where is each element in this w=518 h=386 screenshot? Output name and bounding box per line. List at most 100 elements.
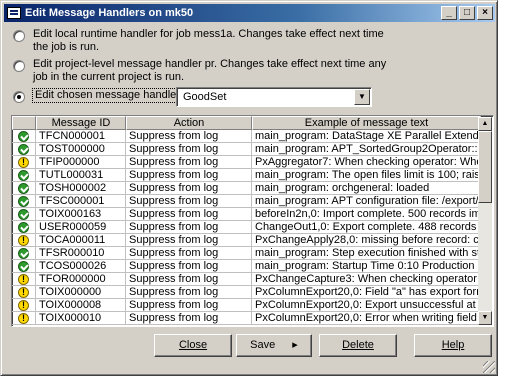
action-cell: Suppress from log [126,143,252,156]
title-bar[interactable]: Edit Message Handlers on mk50 _ □ × [4,4,495,22]
status-cell [12,182,36,195]
table-row[interactable]: ! TOCA000011 Suppress from log PxChangeAppl… [12,234,493,247]
resize-grip-icon[interactable] [483,361,495,373]
example-text-cell: beforeIn2n,0: Import complete. 500 recor… [252,208,481,221]
option-chosen-handler-label: Edit chosen message handler. [31,88,186,103]
table-row[interactable]: TCOS000026 Suppress from log main_program:… [12,260,493,273]
table-row[interactable]: TFSC000001 Suppress from log main_program:… [12,195,493,208]
scroll-thumb[interactable] [478,131,492,203]
action-cell: Suppress from log [126,273,252,286]
check-icon [18,260,29,272]
table-row[interactable]: USER000059 Suppress from log ChangeOut1,0:… [12,221,493,234]
maximize-button[interactable]: □ [459,6,475,20]
column-header-status[interactable] [12,116,36,130]
example-text-cell: PxChangeApply28,0: missing before record… [252,234,481,247]
table-body: TFCN000001 Suppress from log main_program:… [12,130,493,325]
handler-select[interactable]: GoodSet ▼ [176,87,372,107]
chevron-down-icon[interactable]: ▼ [354,89,370,105]
status-cell [12,195,36,208]
table-row[interactable]: TFSR000010 Suppress from log main_program:… [12,247,493,260]
example-text-cell: PxChangeCapture3: When checking operator… [252,273,481,286]
close-button[interactable]: Close [154,334,232,357]
message-id-cell: TOIX000000 [36,286,126,299]
check-icon [18,143,29,155]
table-row[interactable]: ! TOIX000008 Suppress from log PxColumnExpo… [12,299,493,312]
save-menu-arrow-icon: ▸ [292,339,298,351]
action-cell: Suppress from log [126,182,252,195]
radio-local-handler[interactable] [13,30,25,42]
status-cell: ! [12,299,36,312]
example-text-cell: main_program: APT_SortedGroup2Operator::… [252,143,481,156]
example-text-cell: PxAggregator7: When checking operator: W… [252,156,481,169]
action-cell: Suppress from log [126,221,252,234]
column-header-action[interactable]: Action [126,116,252,130]
check-icon [18,247,29,259]
example-text-cell: ChangeOut1,0: Export complete. 488 recor… [252,221,481,234]
warning-icon: ! [18,299,29,311]
check-icon [18,195,29,207]
table-row[interactable]: ! TFOR000000 Suppress from log PxChangeCapt… [12,273,493,286]
example-text-cell: main_program: Step execution finished wi… [252,247,481,260]
example-text-cell: PxColumnExport20,0: Field "a" has export… [252,286,481,299]
message-id-cell: TOIX000163 [36,208,126,221]
message-id-cell: TCOS000026 [36,260,126,273]
minimize-button[interactable]: _ [441,6,457,20]
option-chosen-handler[interactable]: Edit chosen message handler. [13,88,186,103]
radio-chosen-handler[interactable] [13,91,25,103]
option-local-handler[interactable]: Edit local runtime handler for job mess1… [13,28,393,54]
action-cell: Suppress from log [126,260,252,273]
message-id-cell: TFCN000001 [36,130,126,143]
message-id-cell: TUTL000031 [36,169,126,182]
window-title: Edit Message Handlers on mk50 [25,7,194,19]
table-row[interactable]: ! TOIX000000 Suppress from log PxColumnExpo… [12,286,493,299]
status-cell: ! [12,273,36,286]
example-text-cell: PxColumnExport20,0: Export unsuccessful … [252,299,481,312]
save-button[interactable]: Save ▸ [236,334,312,357]
close-button-label: Close [178,339,208,351]
message-id-cell: USER000059 [36,221,126,234]
status-cell: ! [12,312,36,325]
vertical-scrollbar[interactable]: ▲ ▼ [478,117,492,325]
action-cell: Suppress from log [126,247,252,260]
column-header-example-text[interactable]: Example of message text [252,116,481,130]
status-cell [12,260,36,273]
delete-button[interactable]: Delete [319,334,397,357]
table-row[interactable]: TOST000000 Suppress from log main_program:… [12,143,493,156]
message-handler-table: Message ID Action Example of message tex… [11,115,494,327]
warning-icon: ! [18,156,29,168]
status-cell [12,143,36,156]
table-header: Message ID Action Example of message tex… [12,116,493,130]
table-row[interactable]: ! TOIX000010 Suppress from log PxColumnExpo… [12,312,493,325]
message-id-cell: TOST000000 [36,143,126,156]
status-cell: ! [12,234,36,247]
check-icon [18,182,29,194]
scroll-up-button[interactable]: ▲ [478,117,492,131]
close-window-button[interactable]: × [477,6,493,20]
table-row[interactable]: TOSH000002 Suppress from log main_program:… [12,182,493,195]
radio-project-handler[interactable] [13,60,25,72]
example-text-cell: main_program: The open files limit is 10… [252,169,481,182]
message-id-cell: TFIP000000 [36,156,126,169]
action-cell: Suppress from log [126,208,252,221]
table-row[interactable]: TFCN000001 Suppress from log main_program:… [12,130,493,143]
option-local-handler-label: Edit local runtime handler for job mess1… [33,28,384,53]
check-icon [18,221,29,233]
status-cell [12,130,36,143]
check-icon [18,169,29,181]
option-project-handler[interactable]: Edit project-level message handler pr. C… [13,58,393,84]
column-header-message-id[interactable]: Message ID [36,116,126,130]
table-row[interactable]: TOIX000163 Suppress from log beforeIn2n,0:… [12,208,493,221]
action-cell: Suppress from log [126,299,252,312]
message-id-cell: TOIX000008 [36,299,126,312]
scroll-down-button[interactable]: ▼ [478,311,492,325]
action-cell: Suppress from log [126,234,252,247]
help-button-label: Help [441,339,465,351]
message-id-cell: TFSR000010 [36,247,126,260]
status-cell: ! [12,286,36,299]
table-row[interactable]: TUTL000031 Suppress from log main_program:… [12,169,493,182]
table-row[interactable]: ! TFIP000000 Suppress from log PxAggregator… [12,156,493,169]
warning-icon: ! [18,312,29,324]
help-button[interactable]: Help [414,334,492,357]
warning-icon: ! [18,273,29,285]
example-text-cell: main_program: Startup Time 0:10 Producti… [252,260,481,273]
